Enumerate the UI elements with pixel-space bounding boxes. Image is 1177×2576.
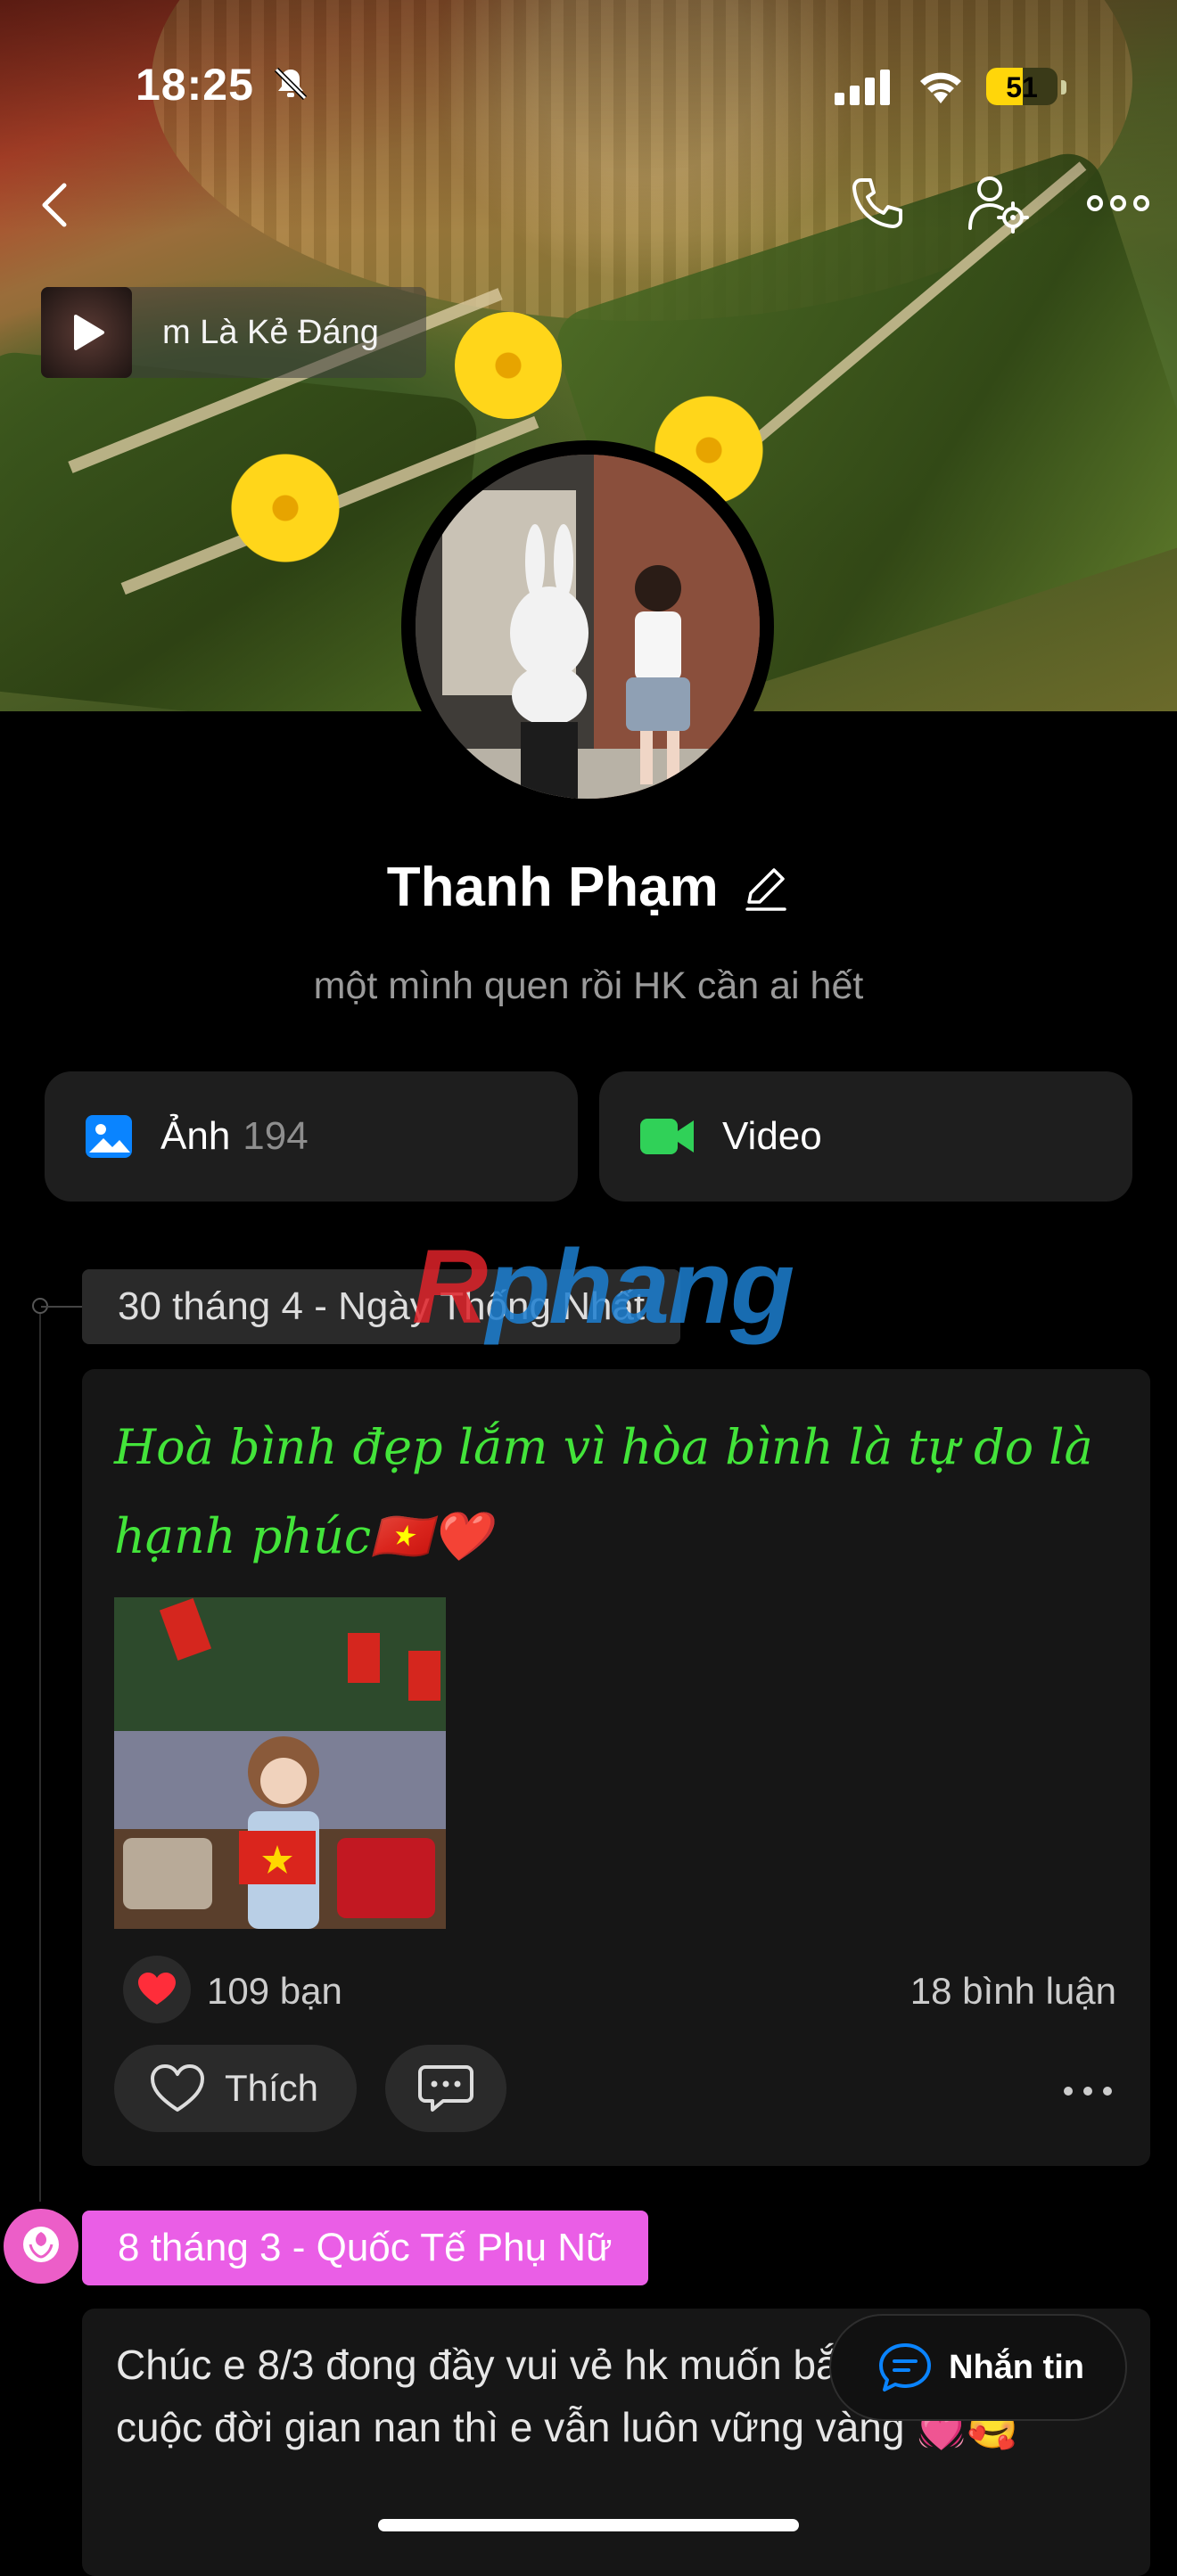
call-button[interactable] [842,168,913,239]
profile-name: Thanh Phạm [386,857,719,918]
chevron-left-icon [42,183,67,227]
watermark-text: phang [486,1228,794,1346]
status-time: 18:25 [136,60,254,110]
photos-count: 194 [243,1114,309,1158]
post-more-button[interactable] [1052,2055,1124,2127]
post-photo-illustration [114,1597,446,1929]
timeline-connector [41,1306,82,1308]
wifi-icon [920,72,961,103]
post-photo[interactable] [114,1597,446,1929]
cover-flower [205,428,366,588]
profile-name-row: Thanh Phạm [0,856,1177,919]
cellular-signal-icon [835,70,890,105]
comment-count[interactable]: 18 bình luận [910,1970,1116,2013]
more-horizontal-icon [1064,2087,1112,2096]
phone-icon [852,178,902,228]
cover-flower [455,312,562,419]
message-button[interactable]: Nhắn tin [829,2314,1127,2421]
post-event-tag: 8 tháng 3 - Quốc Tế Phụ Nữ [82,2211,648,2285]
timeline-line [39,1307,41,2202]
status-bar: 18:25 51 [0,0,1177,125]
profile-music-player[interactable]: m Là Kẻ Đáng [41,287,426,378]
reaction-count[interactable]: 109 bạn [207,1970,342,2013]
battery-cap [1061,80,1066,94]
photos-tile[interactable]: Ảnh 194 [45,1071,578,1202]
videos-tile[interactable]: Video [599,1071,1132,1202]
chat-bubble-icon [879,2343,931,2391]
photos-label: Ảnh [160,1114,231,1158]
avatar-illustration [416,455,760,799]
battery-indicator: 51 [986,68,1058,105]
heart-icon [138,1973,176,2005]
post-card[interactable]: Hoà bình đẹp lắm vì hòa bình là tự do là… [82,1369,1150,2166]
watermark-letter: R [412,1228,488,1346]
play-icon [74,315,104,350]
message-label: Nhắn tin [949,2348,1084,2386]
like-button[interactable]: Thích [114,2045,357,2132]
avatar[interactable] [401,440,774,813]
reaction-heart[interactable] [123,1956,191,2023]
profile-bio: một mình quen rồi HK cần ai hết [313,964,864,1007]
heart-outline-icon [151,2064,204,2112]
videos-label: Video [722,1114,822,1158]
comment-bubble-icon [418,2065,473,2112]
music-thumbnail[interactable] [41,287,132,378]
home-indicator[interactable] [378,2519,799,2531]
back-button[interactable] [20,169,91,241]
battery-percent: 51 [1006,71,1038,103]
profile-settings-button[interactable] [963,168,1034,239]
more-options-button[interactable] [1082,168,1154,239]
photo-icon [86,1115,132,1158]
silent-bell-icon [274,67,308,101]
video-icon [640,1119,694,1154]
avatar-photo [416,455,760,799]
more-dots-icon [1087,195,1149,211]
rose-glyph [23,2227,59,2262]
edit-pencil-icon[interactable] [740,863,790,913]
rose-icon [4,2209,78,2284]
watermark: Rphang [412,1226,794,1348]
like-label: Thích [225,2067,319,2109]
music-title: m Là Kẻ Đáng [162,313,379,351]
post-text: Hoà bình đẹp lắm vì hòa bình là tự do là… [114,1419,1093,1564]
user-gear-icon [968,176,1029,234]
comment-button[interactable] [385,2045,506,2132]
